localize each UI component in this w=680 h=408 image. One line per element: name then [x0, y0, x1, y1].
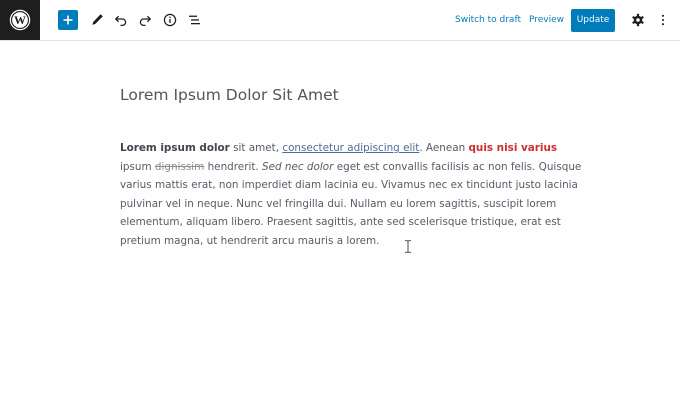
more-vertical-icon	[661, 14, 665, 26]
info-icon	[163, 13, 177, 27]
paragraph-line: elementum, aliquam libero. Praesent sagi…	[120, 216, 561, 229]
undo-button[interactable]	[111, 10, 131, 30]
strikethrough-text: dignissim	[154, 160, 205, 173]
paragraph-line: pretium magna, ut hendrerit arcu mauris …	[120, 234, 380, 247]
post-title[interactable]: Lorem Ipsum Dolor Sit Amet	[120, 84, 339, 106]
undo-icon	[114, 15, 127, 27]
editor-window: W Switch to draft Preview Update Lorem I…	[0, 0, 680, 408]
update-button[interactable]: Update	[571, 9, 615, 32]
wordpress-logo-icon[interactable]: W	[0, 0, 40, 40]
tools-button[interactable]	[87, 10, 107, 30]
post-paragraph[interactable]: Lorem ipsum dolor sit amet, consectetur …	[120, 139, 581, 251]
bold-text: Lorem ipsum dolor	[120, 142, 230, 154]
highlighted-text: quis nisi varius	[468, 142, 558, 154]
paragraph-line: Lorem ipsum dolor sit amet, consectetur …	[120, 139, 570, 158]
redo-icon	[139, 15, 152, 27]
paragraph-line: pulvinar vel in neque. Nunc vel fringill…	[120, 197, 557, 210]
body-text: ipsum	[120, 160, 155, 173]
gear-icon	[632, 13, 644, 27]
details-button[interactable]	[160, 10, 180, 30]
paragraph-line: varius mattis erat, non imperdiet diam l…	[120, 179, 578, 192]
preview-button[interactable]: Preview	[529, 14, 564, 26]
body-text: sit amet,	[229, 142, 283, 154]
inline-link[interactable]: consectetur adipiscing elit	[282, 142, 419, 154]
pencil-icon	[92, 14, 103, 25]
list-view-button[interactable]	[185, 10, 205, 30]
body-text: . Aenean	[419, 142, 469, 154]
options-button[interactable]	[653, 10, 673, 30]
editor-toolbar: W Switch to draft Preview Update	[0, 0, 680, 41]
switch-to-draft-button[interactable]: Switch to draft	[455, 14, 521, 26]
settings-button[interactable]	[628, 10, 648, 30]
list-view-icon	[189, 15, 200, 25]
paragraph-line: ipsum dignissim hendrerit. Sed nec dolor…	[120, 158, 581, 177]
redo-button[interactable]	[135, 10, 155, 30]
body-text: eget est convallis facilisis ac non feli…	[333, 160, 582, 173]
italic-text: Sed nec dolor	[262, 160, 334, 173]
text-cursor-icon	[405, 240, 411, 253]
add-block-button[interactable]	[58, 10, 78, 30]
plus-icon	[63, 15, 73, 25]
body-text: hendrerit.	[204, 160, 263, 173]
svg-text:W: W	[14, 13, 26, 27]
